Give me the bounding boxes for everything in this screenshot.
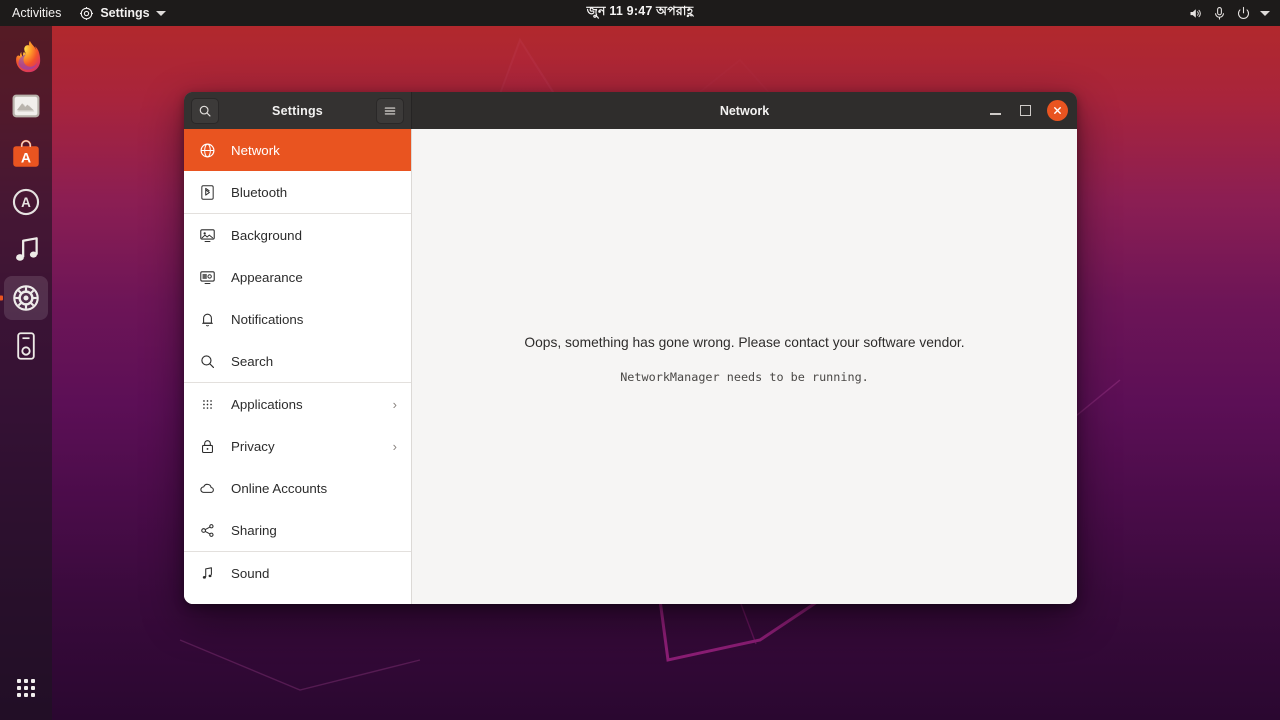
background-icon bbox=[199, 227, 216, 244]
sidebar-item-label: Applications bbox=[231, 396, 303, 412]
dock-item-files[interactable] bbox=[4, 84, 48, 128]
chevron-right-icon: › bbox=[392, 438, 397, 454]
dock-item-software-updater[interactable]: A bbox=[4, 180, 48, 224]
sidebar-headerbar: Settings bbox=[184, 92, 412, 129]
network-panel-content: Oops, something has gone wrong. Please c… bbox=[412, 129, 1077, 604]
clock-area: জুন 11 9:47 অপরাহ্ণ bbox=[0, 0, 1280, 26]
power-icon bbox=[1237, 6, 1250, 19]
microphone-icon bbox=[1214, 6, 1225, 20]
software-updater-icon: A bbox=[12, 188, 40, 216]
sidebar-item-sound[interactable]: Sound bbox=[184, 552, 411, 594]
chevron-down-icon bbox=[155, 10, 166, 16]
settings-gear-icon bbox=[13, 285, 39, 311]
settings-window: Settings Network Network Bluetooth Backg… bbox=[184, 92, 1077, 604]
settings-sidebar: Network Bluetooth Background Appearance … bbox=[184, 129, 412, 604]
close-button[interactable] bbox=[1047, 100, 1068, 121]
maximize-button[interactable] bbox=[1017, 103, 1033, 119]
apps-grid-icon bbox=[199, 396, 216, 413]
sidebar-item-label: Sharing bbox=[231, 522, 277, 538]
show-applications-button[interactable] bbox=[4, 666, 48, 710]
window-titlebar: Settings Network bbox=[184, 92, 1077, 129]
search-icon bbox=[199, 353, 216, 370]
svg-text:A: A bbox=[21, 151, 31, 167]
minimize-button[interactable] bbox=[987, 103, 1003, 119]
hamburger-menu-icon bbox=[384, 107, 396, 114]
search-icon bbox=[199, 105, 211, 117]
sidebar-item-search[interactable]: Search bbox=[184, 340, 411, 382]
firefox-icon bbox=[16, 41, 41, 73]
dock-item-firefox[interactable] bbox=[4, 36, 48, 80]
window-controls bbox=[987, 100, 1068, 121]
appearance-icon bbox=[199, 269, 216, 286]
files-folder-icon bbox=[12, 94, 40, 118]
window-body: Network Bluetooth Background Appearance … bbox=[184, 129, 1077, 604]
dock-item-help[interactable] bbox=[4, 324, 48, 368]
bluetooth-icon bbox=[199, 184, 216, 201]
settings-gear-icon bbox=[80, 6, 94, 20]
apps-grid-icon bbox=[17, 679, 35, 697]
sidebar-item-sharing[interactable]: Sharing bbox=[184, 509, 411, 551]
lock-icon bbox=[199, 438, 216, 455]
share-icon bbox=[199, 522, 216, 539]
error-detail: NetworkManager needs to be running. bbox=[620, 370, 869, 384]
sidebar-item-bluetooth[interactable]: Bluetooth bbox=[184, 171, 411, 213]
system-status-area[interactable] bbox=[1188, 6, 1280, 21]
sidebar-item-label: Online Accounts bbox=[231, 480, 328, 496]
sidebar-item-label: Network bbox=[231, 142, 280, 158]
app-menu-button[interactable]: Settings bbox=[71, 0, 173, 26]
sidebar-item-notifications[interactable]: Notifications bbox=[184, 298, 411, 340]
clock-button[interactable]: জুন 11 9:47 অপরাহ্ণ bbox=[587, 3, 694, 23]
search-button[interactable] bbox=[191, 97, 219, 124]
sidebar-item-network[interactable]: Network bbox=[184, 129, 411, 171]
close-icon bbox=[1054, 107, 1061, 114]
sidebar-title: Settings bbox=[272, 103, 323, 118]
music-note-icon bbox=[16, 237, 38, 261]
cloud-icon bbox=[199, 480, 216, 497]
sidebar-item-privacy[interactable]: Privacy › bbox=[184, 425, 411, 467]
desktop: Activities Settings জুন 11 9:47 অপরাহ্ণ bbox=[0, 0, 1280, 720]
activities-label: Activities bbox=[12, 6, 62, 20]
ubuntu-software-icon: A bbox=[13, 139, 39, 167]
volume-icon bbox=[1190, 8, 1201, 18]
sidebar-item-label: Appearance bbox=[231, 269, 303, 285]
bell-icon bbox=[199, 311, 216, 328]
sidebar-item-background[interactable]: Background bbox=[184, 214, 411, 256]
chevron-down-icon[interactable] bbox=[1260, 10, 1270, 16]
sidebar-item-label: Background bbox=[231, 227, 302, 243]
sidebar-item-label: Search bbox=[231, 353, 274, 369]
sidebar-item-label: Privacy bbox=[231, 438, 275, 454]
sidebar-item-label: Sound bbox=[231, 565, 270, 581]
music-note-icon bbox=[199, 565, 216, 582]
app-menu-label: Settings bbox=[100, 6, 150, 20]
top-bar: Activities Settings জুন 11 9:47 অপরাহ্ণ bbox=[0, 0, 1280, 26]
sidebar-item-online-accounts[interactable]: Online Accounts bbox=[184, 467, 411, 509]
dock-item-settings[interactable] bbox=[4, 276, 48, 320]
svg-text:A: A bbox=[21, 195, 31, 210]
activities-button[interactable]: Activities bbox=[0, 0, 71, 26]
menu-button[interactable] bbox=[376, 97, 404, 124]
dock-item-ubuntu-software[interactable]: A bbox=[4, 132, 48, 176]
sidebar-item-applications[interactable]: Applications › bbox=[184, 383, 411, 425]
sidebar-item-label: Notifications bbox=[231, 311, 304, 327]
error-title: Oops, something has gone wrong. Please c… bbox=[524, 335, 965, 350]
dock-item-rhythmbox[interactable] bbox=[4, 228, 48, 272]
content-headerbar: Network bbox=[412, 92, 1077, 129]
sidebar-item-label: Bluetooth bbox=[231, 184, 288, 200]
help-device-icon bbox=[17, 332, 35, 360]
window-title: Network bbox=[719, 103, 770, 118]
sidebar-item-appearance[interactable]: Appearance bbox=[184, 256, 411, 298]
dock: A A bbox=[0, 26, 52, 720]
globe-icon bbox=[199, 142, 216, 159]
chevron-right-icon: › bbox=[392, 396, 397, 412]
